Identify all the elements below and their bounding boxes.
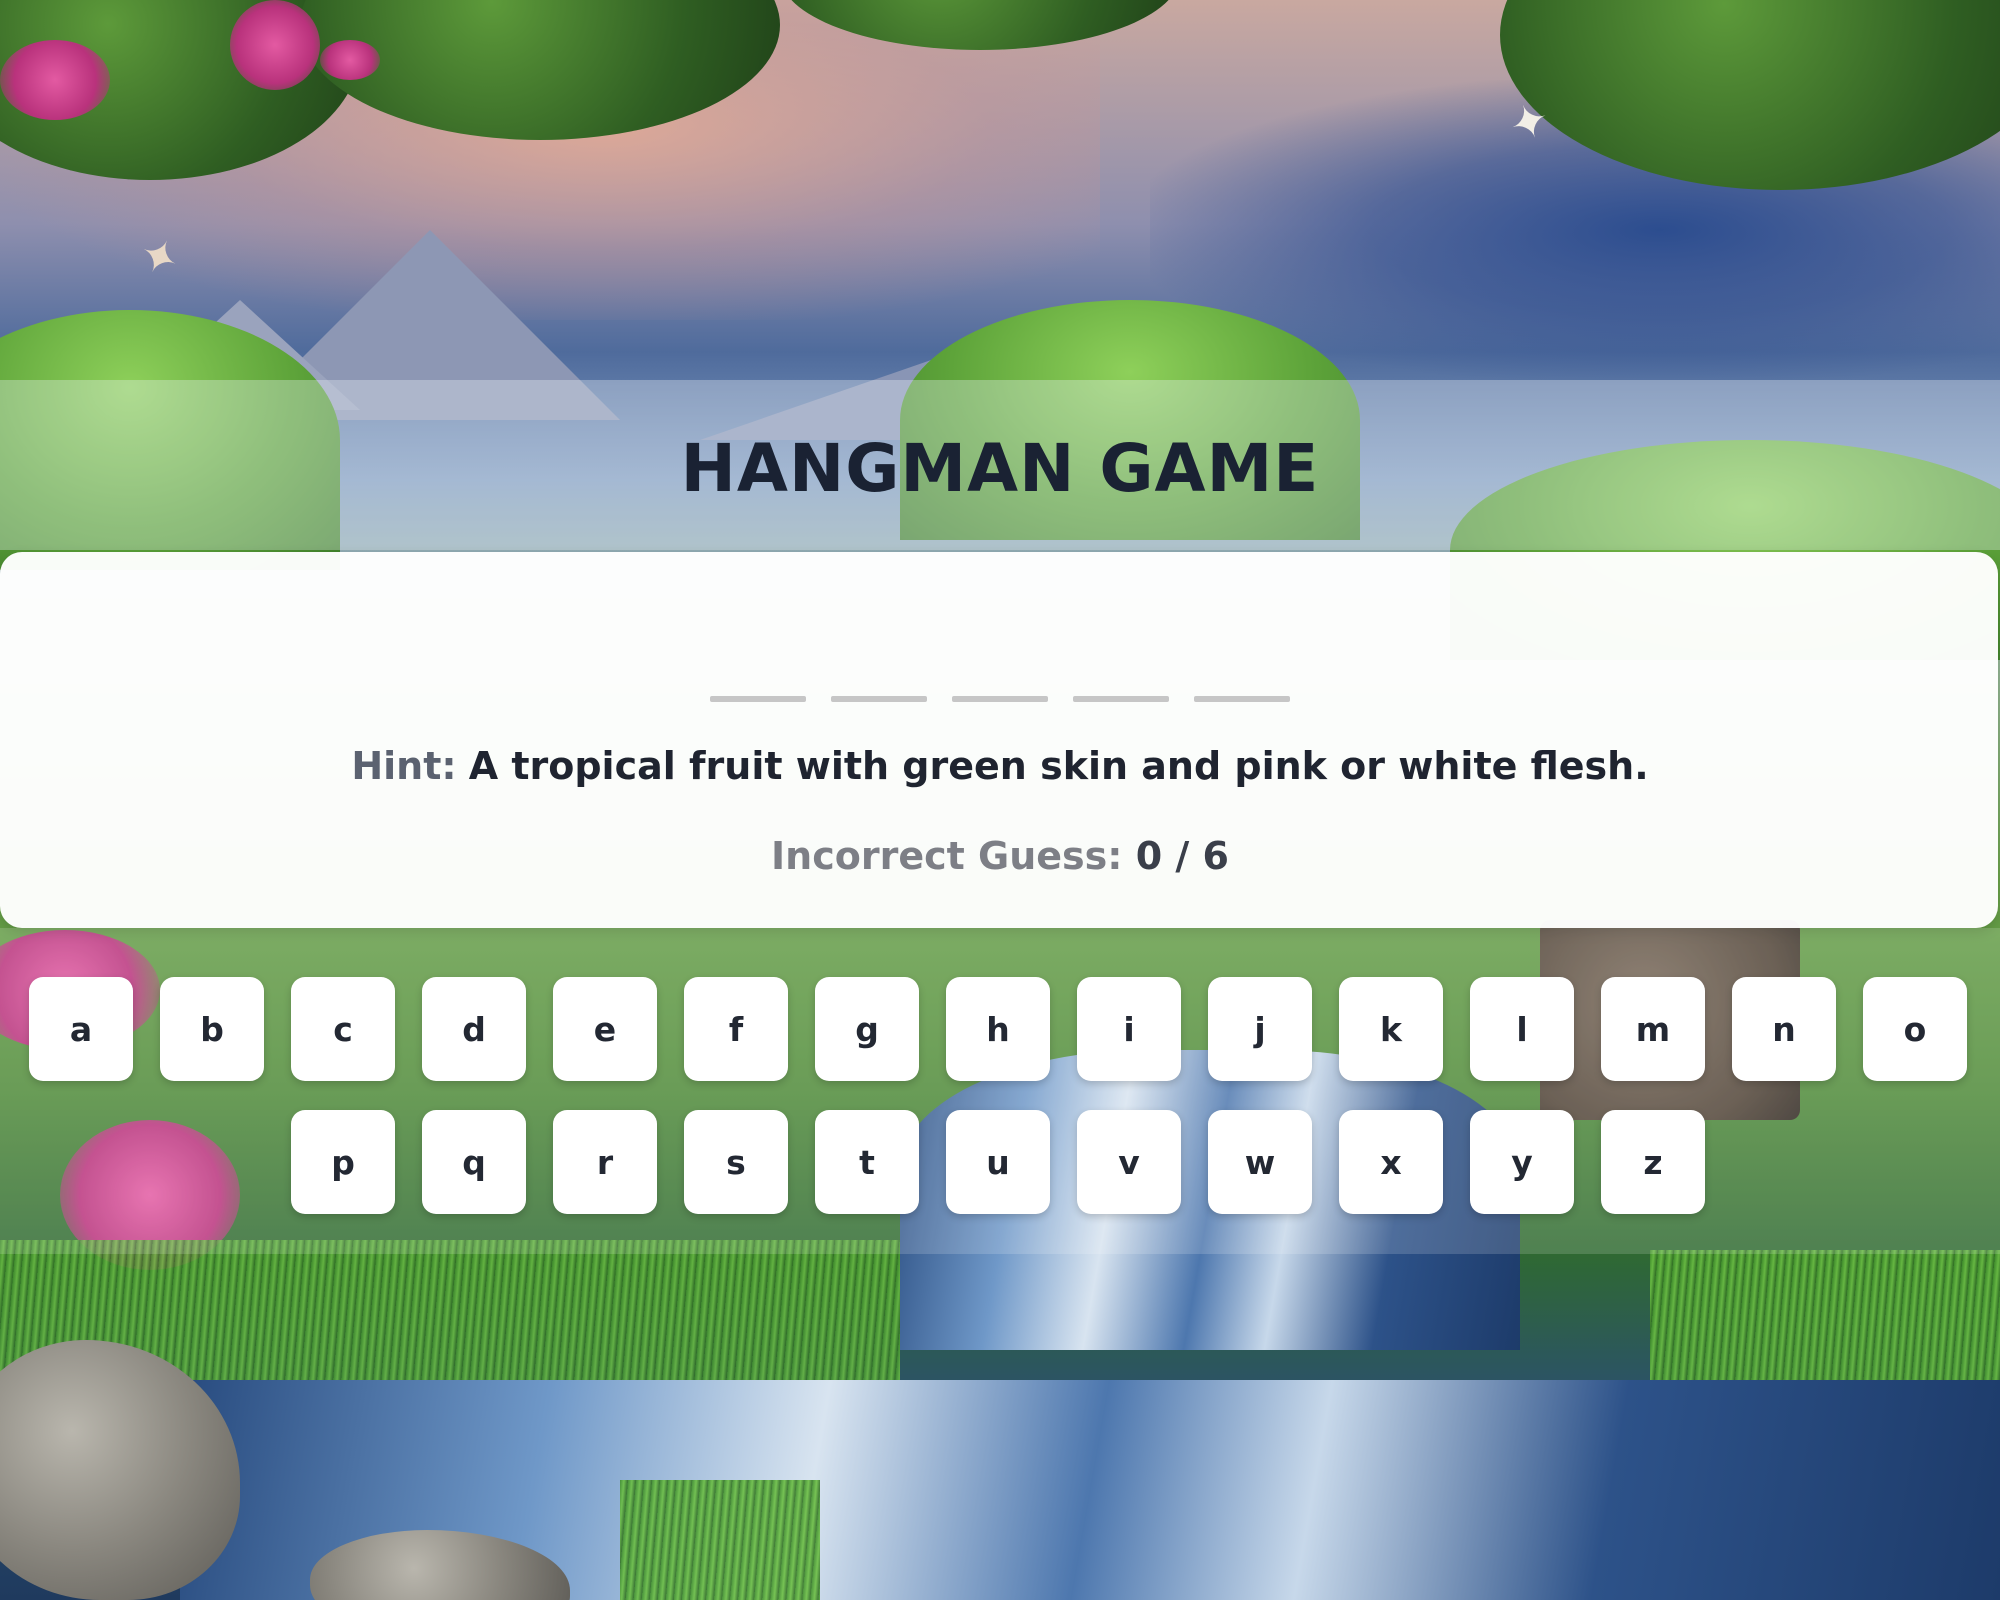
hint-text: Hint: A tropical fruit with green skin a… — [0, 744, 2000, 788]
word-display — [0, 696, 2000, 702]
key-m[interactable]: m — [1601, 977, 1705, 1081]
key-d[interactable]: d — [422, 977, 526, 1081]
key-t[interactable]: t — [815, 1110, 919, 1214]
page-title: HANGMAN GAME — [680, 430, 1320, 507]
key-l[interactable]: l — [1470, 977, 1574, 1081]
key-r[interactable]: r — [553, 1110, 657, 1214]
letter-blank — [952, 696, 1048, 702]
incorrect-guess-label: Incorrect Guess: — [771, 834, 1123, 878]
key-z[interactable]: z — [1601, 1110, 1705, 1214]
key-g[interactable]: g — [815, 977, 919, 1081]
hangman-app: ✦ ✦ HANGMAN GAME Hint: A tropical fruit … — [0, 0, 2000, 1600]
key-x[interactable]: x — [1339, 1110, 1443, 1214]
key-j[interactable]: j — [1208, 977, 1312, 1081]
key-u[interactable]: u — [946, 1110, 1050, 1214]
key-p[interactable]: p — [291, 1110, 395, 1214]
hint-label: Hint: — [351, 744, 457, 788]
letter-blank — [831, 696, 927, 702]
key-a[interactable]: a — [29, 977, 133, 1081]
key-i[interactable]: i — [1077, 977, 1181, 1081]
key-n[interactable]: n — [1732, 977, 1836, 1081]
key-w[interactable]: w — [1208, 1110, 1312, 1214]
key-e[interactable]: e — [553, 977, 657, 1081]
incorrect-guess-value: 0 / 6 — [1135, 834, 1229, 878]
hint-content: A tropical fruit with green skin and pin… — [468, 744, 1649, 788]
key-v[interactable]: v — [1077, 1110, 1181, 1214]
key-k[interactable]: k — [1339, 977, 1443, 1081]
key-f[interactable]: f — [684, 977, 788, 1081]
key-o[interactable]: o — [1863, 977, 1967, 1081]
key-c[interactable]: c — [291, 977, 395, 1081]
key-h[interactable]: h — [946, 977, 1050, 1081]
key-s[interactable]: s — [684, 1110, 788, 1214]
incorrect-guess-counter: Incorrect Guess: 0 / 6 — [0, 834, 2000, 878]
key-y[interactable]: y — [1470, 1110, 1574, 1214]
letter-blank — [1194, 696, 1290, 702]
key-b[interactable]: b — [160, 977, 264, 1081]
letter-blank — [710, 696, 806, 702]
letter-blank — [1073, 696, 1169, 702]
key-q[interactable]: q — [422, 1110, 526, 1214]
